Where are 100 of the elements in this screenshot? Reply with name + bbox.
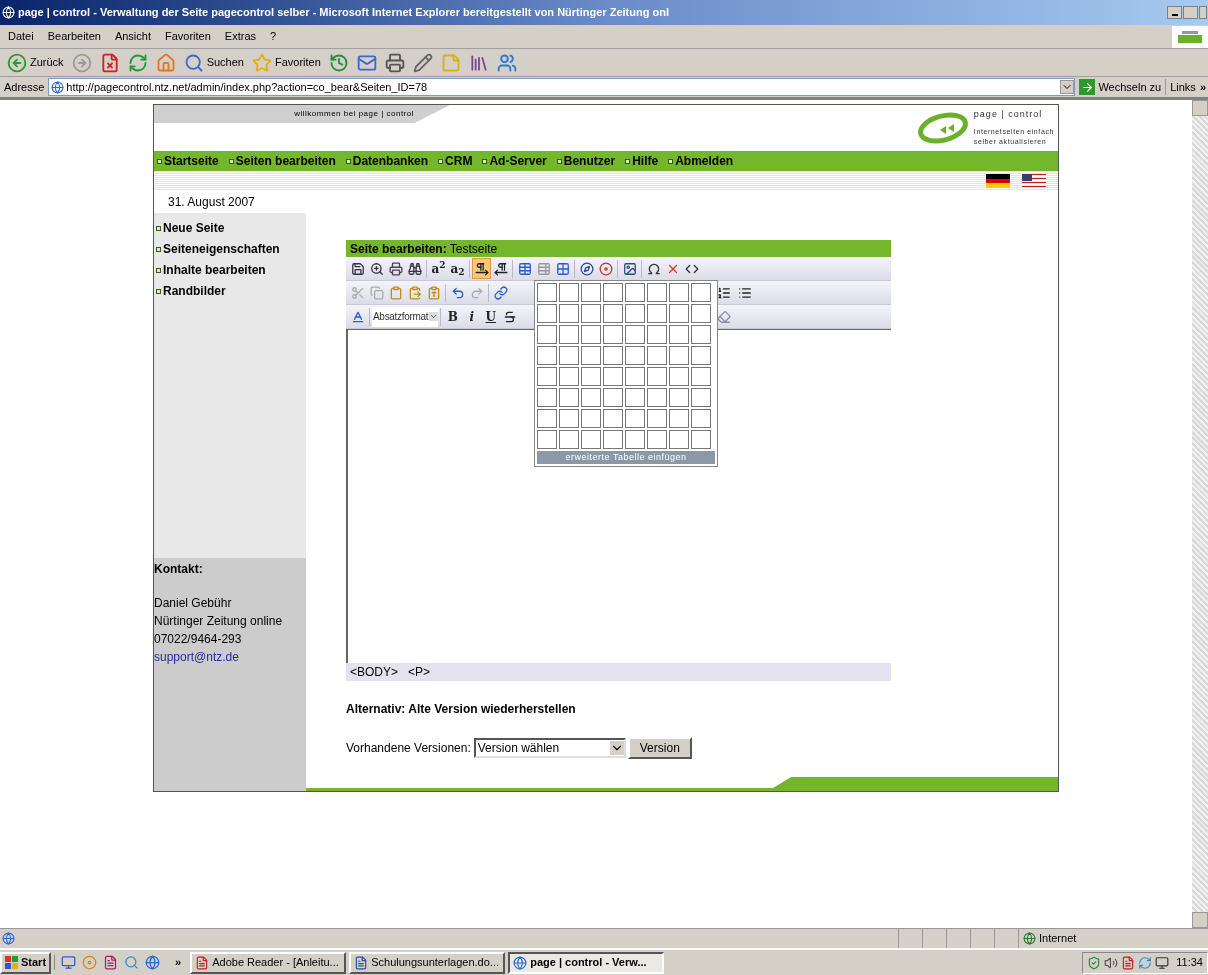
table-grid-cell[interactable] xyxy=(647,304,667,323)
table-grid-cell[interactable] xyxy=(537,430,557,449)
minimize-button[interactable] xyxy=(1167,6,1182,19)
shield-icon[interactable] xyxy=(1087,955,1102,970)
table-grid-cell[interactable] xyxy=(559,346,579,365)
table-grid-cell[interactable] xyxy=(603,367,623,386)
table-grid-cell[interactable] xyxy=(625,367,645,386)
nav-link[interactable]: Datenbanken xyxy=(345,152,429,170)
nav-link[interactable]: Startseite xyxy=(157,152,219,170)
table-grid-cell[interactable] xyxy=(559,304,579,323)
table-grid-cell[interactable] xyxy=(669,409,689,428)
table-grid-cell[interactable] xyxy=(581,325,601,344)
table-grid-cell[interactable] xyxy=(559,409,579,428)
menu-item[interactable]: Bearbeiten xyxy=(47,28,101,45)
table-grid-cell[interactable] xyxy=(625,283,645,302)
speaker-icon[interactable] xyxy=(1104,955,1119,970)
table-grid-cell[interactable] xyxy=(625,346,645,365)
table-grid-cell[interactable] xyxy=(537,325,557,344)
table-grid-cell[interactable] xyxy=(669,388,689,407)
nav-link[interactable]: Benutzer xyxy=(556,152,616,170)
table-grid-cell[interactable] xyxy=(559,325,579,344)
table-grid-cell[interactable] xyxy=(691,304,711,323)
table-grid-cell[interactable] xyxy=(559,367,579,386)
links-label[interactable]: Links xyxy=(1165,78,1200,96)
sidebar-link[interactable]: Inhalte bearbeiten xyxy=(156,261,306,279)
table-grid-cell[interactable] xyxy=(537,346,557,365)
table-grid-cell[interactable] xyxy=(603,409,623,428)
table-grid-cell[interactable] xyxy=(691,346,711,365)
path-tag[interactable]: <BODY> xyxy=(350,663,399,681)
table-grid-cell[interactable] xyxy=(625,325,645,344)
table-grid-cell[interactable] xyxy=(559,430,579,449)
table-grid-cell[interactable] xyxy=(625,430,645,449)
nav-link[interactable]: Abmelden xyxy=(668,152,734,170)
desktop-icon[interactable] xyxy=(61,955,77,970)
scrollbar[interactable] xyxy=(1192,100,1208,928)
star-button[interactable]: Favoriten xyxy=(250,50,322,75)
menu-item[interactable]: Ansicht xyxy=(114,28,151,45)
table-grid-cell[interactable] xyxy=(537,367,557,386)
browser-icon[interactable] xyxy=(145,955,161,970)
table-grid-cell[interactable] xyxy=(581,430,601,449)
nav-link[interactable]: Hilfe xyxy=(625,152,659,170)
close-button[interactable] xyxy=(1199,6,1207,19)
taskbar-button[interactable]: page | control - Verw... xyxy=(508,951,665,974)
menu-item[interactable]: ? xyxy=(270,28,277,45)
format-button[interactable]: a$^{2}$ xyxy=(429,258,448,279)
table-grid-cell[interactable] xyxy=(581,367,601,386)
address-field[interactable]: http://pagecontrol.ntz.net/admin/index.php?action=co_bear&Seiten_ID=78 xyxy=(48,78,1076,96)
table-grid-cell[interactable] xyxy=(669,283,689,302)
menu-item[interactable]: Extras xyxy=(224,28,257,45)
email-link[interactable]: support@ntz.de xyxy=(154,648,306,666)
table-grid-cell[interactable] xyxy=(669,430,689,449)
table-grid-cell[interactable] xyxy=(625,388,645,407)
table-grid-cell[interactable] xyxy=(691,430,711,449)
format-button[interactable]: B xyxy=(443,306,463,327)
menu-item[interactable]: Datei xyxy=(8,28,34,45)
table-grid-cell[interactable] xyxy=(691,325,711,344)
back-button[interactable]: Zurück xyxy=(6,50,65,75)
table-grid-cell[interactable] xyxy=(625,304,645,323)
table-grid-cell[interactable] xyxy=(691,388,711,407)
table-grid-cell[interactable] xyxy=(647,283,667,302)
sidebar-link[interactable]: Randbilder xyxy=(156,282,306,300)
taskbar-button[interactable]: Schulungsunterlagen.do... xyxy=(349,951,506,974)
search-icon[interactable] xyxy=(124,955,140,970)
format-button[interactable]: U xyxy=(481,306,501,327)
table-grid-cell[interactable] xyxy=(537,388,557,407)
table-grid-cell[interactable] xyxy=(581,388,601,407)
version-button[interactable]: Version xyxy=(627,737,692,759)
table-grid-cell[interactable] xyxy=(669,367,689,386)
format-button[interactable]: a$_{2}$ xyxy=(448,258,467,279)
menu-item[interactable]: Favoriten xyxy=(165,28,211,45)
table-grid-cell[interactable] xyxy=(647,325,667,344)
table-grid-cell[interactable] xyxy=(669,325,689,344)
table-grid-cell[interactable] xyxy=(603,325,623,344)
pilcrow-right-button[interactable] xyxy=(472,258,491,279)
search-button[interactable]: Suchen xyxy=(182,50,245,75)
table-grid-cell[interactable] xyxy=(691,367,711,386)
table-grid-cell[interactable] xyxy=(691,283,711,302)
dropdown-icon[interactable] xyxy=(1060,80,1075,94)
table-grid-cell[interactable] xyxy=(537,409,557,428)
table-grid-cell[interactable] xyxy=(603,430,623,449)
format-button[interactable]: i xyxy=(462,306,482,327)
table-grid-cell[interactable] xyxy=(537,283,557,302)
version-select[interactable]: Version wählen xyxy=(473,738,626,758)
table-grid-cell[interactable] xyxy=(581,346,601,365)
table-grid-cell[interactable] xyxy=(691,409,711,428)
go-button[interactable]: Wechseln zu xyxy=(1075,78,1166,96)
start-button[interactable]: Start xyxy=(0,951,52,974)
table-grid-cell[interactable] xyxy=(603,304,623,323)
table-grid-cell[interactable] xyxy=(581,283,601,302)
table-grid-cell[interactable] xyxy=(581,409,601,428)
format-dropdown[interactable]: Absatzformat xyxy=(372,306,439,327)
pdf-icon[interactable] xyxy=(1121,955,1136,970)
more-chevron[interactable]: » xyxy=(1199,78,1208,96)
nav-link[interactable]: CRM xyxy=(438,152,473,170)
sidebar-link[interactable]: Seiteneigenschaften xyxy=(156,240,306,258)
nav-link[interactable]: Seiten bearbeiten xyxy=(228,152,336,170)
table-grid-cell[interactable] xyxy=(647,388,667,407)
more-chevron[interactable]: » xyxy=(169,954,188,971)
table-grid-cell[interactable] xyxy=(647,346,667,365)
table-grid-cell[interactable] xyxy=(537,304,557,323)
